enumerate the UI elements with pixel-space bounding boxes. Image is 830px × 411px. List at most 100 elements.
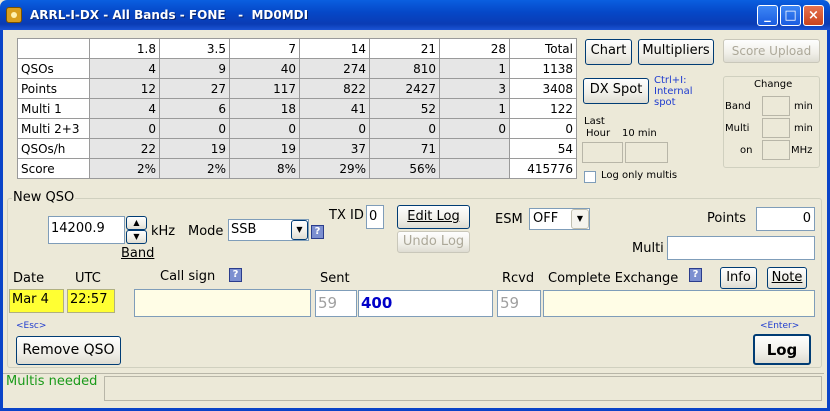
row-label: Multi 1	[17, 98, 90, 119]
table-cell: 0	[159, 118, 230, 139]
band-label: Band	[121, 246, 155, 261]
table-cell: 29%	[299, 158, 370, 179]
exchange-help-icon[interactable]: ?	[689, 268, 702, 282]
txid-label: TX ID	[329, 208, 364, 223]
utc-label: UTC	[75, 271, 101, 286]
exchange-input[interactable]	[543, 290, 815, 317]
row-label: Score	[17, 158, 90, 179]
frequency-down-button[interactable]: ▼	[126, 230, 147, 244]
header-cell: 1.8	[89, 38, 160, 59]
table-cell	[439, 158, 510, 179]
multi-field	[667, 236, 815, 260]
khz-label: kHz	[151, 224, 176, 239]
window-title: ARRL-I-DX - All Bands - FONE - MD0MDI	[30, 8, 309, 22]
table-cell: 0	[369, 118, 440, 139]
multi-label: Multi	[632, 241, 664, 256]
dx-spot-button[interactable]: DX Spot	[583, 78, 649, 104]
esm-dropdown-arrow-icon[interactable]: ▼	[571, 209, 589, 229]
table-cell: 8%	[229, 158, 300, 179]
header-cell: 28	[439, 38, 510, 59]
table-row: Points 12 27 117 822 2427 3 3408	[17, 78, 577, 99]
status-divider	[3, 373, 824, 374]
min-label: min	[794, 123, 813, 134]
stats-table: 1.8 3.5 7 14 21 28 Total QSOs 4 9 40 274…	[17, 38, 577, 179]
sent-label: Sent	[320, 271, 350, 286]
frequency-input[interactable]: 14200.9	[48, 216, 125, 244]
callsign-input[interactable]	[134, 289, 311, 317]
table-cell: 4	[89, 58, 160, 79]
change-multi-field	[762, 118, 790, 138]
multipliers-button[interactable]: Multipliers	[638, 39, 714, 65]
mode-help-icon[interactable]: ?	[311, 225, 324, 239]
change-on-field	[762, 140, 790, 160]
last-hour-label-2: Hour	[586, 128, 611, 139]
esm-select-value: OFF	[533, 211, 559, 226]
header-cell	[17, 38, 90, 59]
undo-log-button[interactable]: Undo Log	[397, 231, 470, 253]
table-cell-total: 54	[509, 138, 577, 159]
maximize-button[interactable]: □	[780, 5, 801, 26]
info-button[interactable]: Info	[720, 267, 757, 289]
table-cell: 2%	[159, 158, 230, 179]
header-cell: 14	[299, 38, 370, 59]
enter-hint: <Enter>	[760, 321, 800, 331]
title-bar[interactable]: ARRL-I-DX - All Bands - FONE - MD0MDI _ …	[0, 0, 830, 30]
row-label: Points	[17, 78, 90, 99]
dx-spot-hint-line: spot	[654, 97, 676, 108]
change-band-label: Band	[725, 101, 751, 112]
table-row: QSOs/h 22 19 19 37 71 54	[17, 138, 577, 159]
row-label: QSOs/h	[17, 138, 90, 159]
table-cell: 40	[229, 58, 300, 79]
table-cell: 117	[229, 78, 300, 99]
sent-rst-input[interactable]: 59	[315, 290, 357, 317]
table-cell: 19	[159, 138, 230, 159]
frequency-up-button[interactable]: ▲	[126, 216, 147, 230]
edit-log-button[interactable]: Edit Log	[397, 205, 470, 229]
score-upload-button[interactable]: Score Upload	[723, 39, 820, 63]
date-field: Mar 4	[9, 289, 64, 313]
table-cell: 6	[159, 98, 230, 119]
row-label: QSOs	[17, 58, 90, 79]
table-row: QSOs 4 9 40 274 810 1 1138	[17, 58, 577, 79]
table-row: Multi 1 4 6 18 41 52 1 122	[17, 98, 577, 119]
date-label: Date	[13, 271, 45, 286]
ten-min-field	[625, 142, 668, 163]
mode-label: Mode	[188, 224, 224, 239]
utc-field: 22:57	[67, 289, 115, 313]
close-button[interactable]: ×	[803, 5, 824, 26]
table-cell: 71	[369, 138, 440, 159]
rcvd-rst-input[interactable]: 59	[497, 290, 541, 317]
table-row: Score 2% 2% 8% 29% 56% 415776	[17, 158, 577, 179]
table-cell: 52	[369, 98, 440, 119]
sent-exchange-input[interactable]: 400	[358, 290, 493, 317]
min-label: min	[794, 101, 813, 112]
table-cell-total: 415776	[509, 158, 577, 179]
table-cell: 3	[439, 78, 510, 99]
table-cell: 37	[299, 138, 370, 159]
note-button[interactable]: Note	[767, 267, 807, 289]
table-cell: 0	[439, 118, 510, 139]
table-cell: 4	[89, 98, 160, 119]
callsign-help-icon[interactable]: ?	[229, 268, 242, 282]
chart-button[interactable]: Chart	[585, 39, 632, 65]
remove-qso-button[interactable]: Remove QSO	[16, 336, 121, 365]
rcvd-label: Rcvd	[502, 271, 535, 286]
table-cell: 19	[229, 138, 300, 159]
table-cell-total: 122	[509, 98, 577, 119]
dx-spot-hint: Ctrl+I: Internal spot	[654, 75, 693, 108]
status-panel	[104, 376, 822, 401]
log-only-multis-checkbox[interactable]	[584, 171, 596, 183]
table-cell: 12	[89, 78, 160, 99]
table-cell: 274	[299, 58, 370, 79]
dx-spot-hint-line: Ctrl+I:	[654, 75, 687, 86]
table-cell: 2427	[369, 78, 440, 99]
minimize-button[interactable]: _	[757, 5, 778, 26]
table-cell-total: 0	[509, 118, 577, 139]
log-button[interactable]: Log	[753, 334, 811, 365]
header-cell: 7	[229, 38, 300, 59]
mode-dropdown-arrow-icon[interactable]: ▼	[291, 220, 308, 240]
dx-spot-hint-line: Internal	[654, 86, 693, 97]
app-icon[interactable]	[6, 7, 22, 23]
new-qso-label: New QSO	[12, 190, 76, 205]
txid-input[interactable]: 0	[366, 205, 384, 229]
